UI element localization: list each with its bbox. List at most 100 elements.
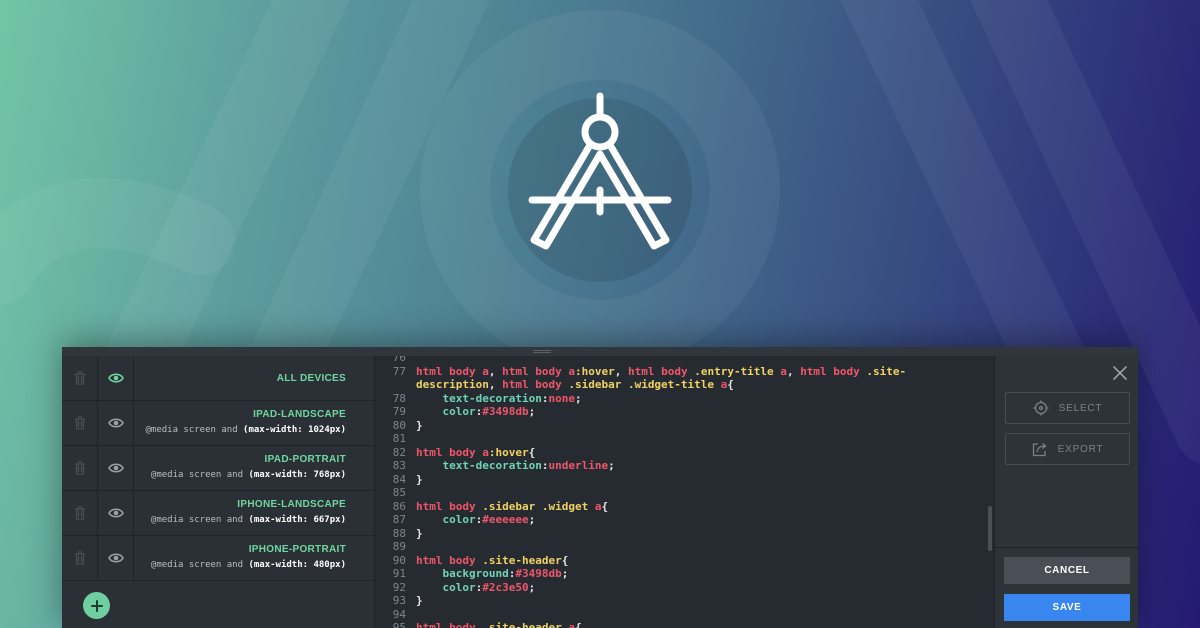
drag-handle-icon[interactable] bbox=[533, 350, 551, 353]
media-info: IPAD-PORTRAIT @media screen and (max-wid… bbox=[134, 446, 374, 490]
code-line[interactable]: 93} bbox=[376, 594, 986, 608]
code-line[interactable]: 92 color:#2c3e50; bbox=[376, 581, 986, 595]
code-token: ; bbox=[608, 459, 615, 472]
code-token: #2c3e50 bbox=[482, 580, 529, 594]
code-text: html body .site-header{ bbox=[416, 554, 568, 568]
trash-icon[interactable] bbox=[62, 446, 98, 490]
code-token: .site-header bbox=[482, 553, 562, 567]
add-media-button[interactable] bbox=[83, 592, 110, 619]
code-token: html body a bbox=[416, 445, 489, 459]
code-line[interactable]: 81 bbox=[376, 432, 986, 446]
eye-icon[interactable] bbox=[98, 491, 134, 535]
code-line[interactable]: 89 bbox=[376, 540, 986, 554]
close-icon[interactable] bbox=[1113, 366, 1127, 385]
media-query-condition: (max-width: 1024px) bbox=[243, 425, 346, 435]
code-token: background bbox=[442, 567, 509, 580]
code-token: , bbox=[488, 364, 503, 378]
code-line[interactable]: 85 bbox=[376, 486, 986, 500]
code-line[interactable]: 79 color:#3498db; bbox=[376, 405, 986, 419]
line-number: 88 bbox=[392, 526, 406, 540]
cancel-button[interactable]: CANCEL bbox=[1004, 557, 1130, 584]
code-text: color:#3498db; bbox=[416, 405, 536, 419]
code-line[interactable]: 78 text-decoration:none; bbox=[376, 392, 986, 406]
code-token: { bbox=[528, 445, 536, 459]
line-number: 87 bbox=[392, 513, 406, 526]
line-number: 78 bbox=[392, 391, 406, 405]
code-text: } bbox=[416, 473, 423, 487]
media-row-ipad-portrait[interactable]: IPAD-PORTRAIT @media screen and (max-wid… bbox=[62, 446, 374, 491]
export-label: EXPORT bbox=[1057, 443, 1104, 455]
trash-icon[interactable] bbox=[62, 401, 98, 445]
code-text: } bbox=[416, 594, 423, 608]
code-line[interactable]: 80} bbox=[376, 419, 986, 433]
media-row-ipad-landscape[interactable]: IPAD-LANDSCAPE @media screen and (max-wi… bbox=[62, 401, 374, 446]
code-token: html body bbox=[416, 553, 483, 567]
trash-icon[interactable] bbox=[62, 356, 98, 400]
code-line[interactable]: 76 bbox=[376, 356, 986, 365]
code-line[interactable]: 82 html body a:hover{ bbox=[376, 446, 986, 460]
code-line[interactable]: 94 bbox=[376, 608, 986, 622]
media-info: IPHONE-LANDSCAPE @media screen and (max-… bbox=[134, 491, 374, 535]
code-token: } bbox=[416, 418, 423, 432]
eye-icon[interactable] bbox=[98, 401, 134, 445]
code-token: a bbox=[561, 621, 575, 628]
code-line[interactable]: 88} bbox=[376, 527, 986, 541]
line-number: 79 bbox=[392, 405, 406, 418]
code-token: .sidebar .widget-title bbox=[568, 378, 715, 391]
code-line[interactable]: 86 html body .sidebar .widget a{ bbox=[376, 500, 986, 514]
code-token: , bbox=[614, 364, 628, 378]
code-token: text-decoration bbox=[442, 391, 542, 405]
eye-icon[interactable] bbox=[98, 446, 134, 490]
code-text: text-decoration:underline; bbox=[416, 459, 615, 473]
save-button[interactable]: SAVE bbox=[1004, 594, 1130, 621]
code-text: color:#2c3e50; bbox=[416, 580, 536, 595]
eye-icon[interactable] bbox=[98, 536, 134, 580]
media-row-all-devices[interactable]: ALL DEVICES bbox=[62, 356, 374, 401]
code-line[interactable]: 95 html body .site-header a{ bbox=[376, 621, 986, 628]
code-text: background:#3498db; bbox=[416, 567, 569, 581]
code-line[interactable]: 90 html body .site-header{ bbox=[376, 554, 986, 568]
media-query-prefix: @media screen and bbox=[150, 515, 249, 525]
code-text: html body a:hover{ bbox=[416, 446, 535, 460]
line-number: 81 bbox=[392, 432, 406, 445]
media-name: IPHONE-PORTRAIT bbox=[248, 544, 346, 555]
select-button[interactable]: SELECT bbox=[1005, 392, 1130, 424]
trash-icon[interactable] bbox=[62, 536, 98, 580]
code-line[interactable]: 91 background:#3498db; bbox=[376, 567, 986, 581]
code-token: color bbox=[442, 580, 476, 594]
code-token: color bbox=[442, 405, 476, 418]
media-name: ALL DEVICES bbox=[276, 373, 346, 384]
export-button[interactable]: EXPORT bbox=[1005, 433, 1130, 465]
editor-scrollbar[interactable] bbox=[988, 506, 992, 551]
media-name: IPAD-PORTRAIT bbox=[264, 454, 346, 465]
plus-icon bbox=[90, 599, 103, 612]
code-token: ; bbox=[528, 580, 536, 594]
code-token: ; bbox=[528, 513, 536, 526]
line-number: 84 bbox=[392, 472, 406, 486]
code-editor[interactable]: 76 77 html body a, html body a:hover, html… bbox=[376, 356, 994, 628]
resize-bar[interactable] bbox=[62, 347, 1138, 356]
code-line[interactable]: 83 text-decoration:underline; bbox=[376, 459, 986, 473]
eye-icon[interactable] bbox=[98, 356, 134, 400]
code-line[interactable]: description, html body .sidebar .widget-… bbox=[376, 378, 986, 392]
code-token: .site-header bbox=[482, 621, 562, 628]
code-text: html body a, html body a:hover, html bod… bbox=[416, 365, 906, 379]
media-info: IPHONE-PORTRAIT @media screen and (max-w… bbox=[134, 536, 374, 580]
trash-icon[interactable] bbox=[62, 491, 98, 535]
code-line[interactable]: 87 color:#eeeeee; bbox=[376, 513, 986, 527]
media-query-list: ALL DEVICES IPAD-LANDSCAPE @media screen… bbox=[62, 356, 375, 628]
line-number: 92 bbox=[392, 580, 406, 594]
line-number: 90 bbox=[392, 553, 406, 567]
code-line[interactable]: 77 html body a, html body a:hover, html b… bbox=[376, 365, 986, 379]
media-row-iphone-portrait[interactable]: IPHONE-PORTRAIT @media screen and (max-w… bbox=[62, 536, 374, 581]
media-row-iphone-landscape[interactable]: IPHONE-LANDSCAPE @media screen and (max-… bbox=[62, 491, 374, 536]
code-lines: 76 77 html body a, html body a:hover, html… bbox=[376, 356, 986, 628]
code-line[interactable]: 84} bbox=[376, 473, 986, 487]
code-token: { bbox=[561, 553, 569, 567]
code-token: a bbox=[773, 364, 787, 378]
line-number: 95 bbox=[392, 621, 406, 628]
code-token: :hover bbox=[488, 445, 529, 459]
media-query: @media screen and (max-width: 667px) bbox=[134, 515, 346, 525]
